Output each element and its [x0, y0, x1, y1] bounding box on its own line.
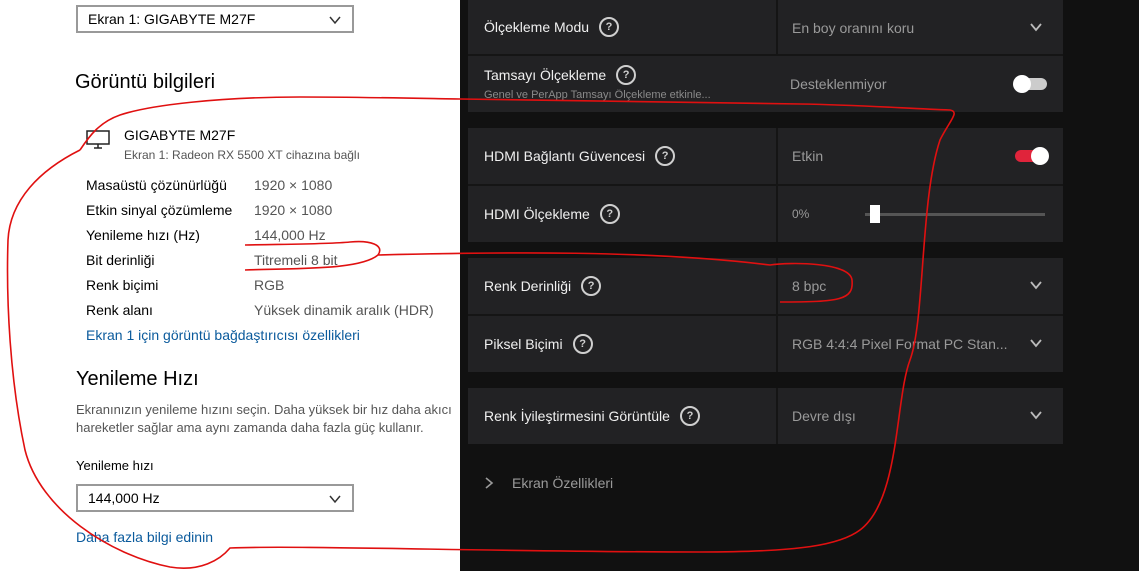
scaling-mode-value: En boy oranını koru	[792, 20, 915, 36]
hdmi-card: HDMI Bağlantı Güvencesi ? Etkin HDMI Ölç…	[468, 128, 1063, 242]
more-info-link[interactable]: Daha fazla bilgi edinin	[76, 529, 213, 545]
color-enhance-value: Devre dışı	[792, 408, 856, 424]
chevron-down-icon	[1030, 23, 1042, 32]
info-value: 144,000 Hz	[254, 227, 326, 243]
info-value: 1920 × 1080	[254, 177, 333, 193]
info-value: Yüksek dinamik aralık (HDR)	[254, 302, 434, 318]
refresh-description-line1: Ekranınızın yenileme hızını seçin. Daha …	[76, 402, 452, 417]
pixel-format-row: Piksel Biçimi ? RGB 4:4:4 Pixel Format P…	[468, 316, 1063, 372]
hdmi-link-value-cell: Etkin	[776, 128, 1063, 184]
color-card: Renk Derinliği ? 8 bpc Piksel Biçimi ? R…	[468, 258, 1063, 372]
info-row-refresh-rate: Yenileme hızı (Hz) 144,000 Hz	[86, 227, 446, 247]
help-icon[interactable]: ?	[655, 146, 676, 166]
scaling-mode-dropdown[interactable]: En boy oranını koru	[776, 0, 1063, 56]
info-value: RGB	[254, 277, 285, 293]
refresh-rate-select[interactable]: 144,000 Hz	[76, 484, 354, 512]
chevron-down-icon	[329, 495, 341, 504]
toggle-knob	[1031, 147, 1049, 165]
help-icon[interactable]: ?	[599, 17, 620, 37]
info-row-desktop-resolution: Masaüstü çözünürlüğü 1920 × 1080	[86, 177, 446, 197]
display-properties-label: Ekran Özellikleri	[512, 475, 614, 491]
refresh-rate-select-value: 144,000 Hz	[88, 490, 160, 506]
display-select-value: Ekran 1: GIGABYTE M27F	[88, 11, 256, 27]
refresh-description-line2: hareketler sağlar ama aynı zamanda daha …	[76, 420, 424, 435]
integer-scaling-toggle[interactable]	[1013, 75, 1047, 93]
hdmi-scaling-value: 0%	[792, 207, 810, 221]
color-enhance-dropdown[interactable]: Devre dışı	[776, 388, 1063, 444]
help-icon[interactable]: ?	[581, 276, 602, 296]
color-enhance-label-wrap: Renk İyileştirmesini Görüntüle ?	[484, 406, 700, 426]
info-row-active-signal: Etkin sinyal çözümleme 1920 × 1080	[86, 202, 446, 222]
chevron-right-icon	[485, 477, 494, 489]
hdmi-link-label: HDMI Bağlantı Güvencesi	[484, 148, 646, 164]
info-label: Etkin sinyal çözümleme	[86, 202, 233, 218]
scaling-mode-label: Ölçekleme Modu	[484, 19, 590, 35]
info-label: Bit derinliği	[86, 252, 155, 268]
chevron-down-icon	[1030, 281, 1042, 290]
display-properties-expander[interactable]: Ekran Özellikleri	[482, 475, 613, 491]
monitor-icon	[86, 130, 110, 149]
info-label: Yenileme hızı (Hz)	[86, 227, 200, 243]
info-label: Renk alanı	[86, 302, 153, 318]
pixel-format-label: Piksel Biçimi	[484, 336, 563, 352]
display-select[interactable]: Ekran 1: GIGABYTE M27F	[76, 5, 354, 33]
integer-scaling-subtitle: Genel ve PerApp Tamsayı Ölçekleme etkinl…	[484, 89, 711, 101]
toggle-knob	[1013, 75, 1031, 93]
pixel-format-value: RGB 4:4:4 Pixel Format PC Stan...	[792, 336, 1008, 352]
pixel-format-dropdown[interactable]: RGB 4:4:4 Pixel Format PC Stan...	[776, 316, 1063, 372]
color-enhance-row: Renk İyileştirmesini Görüntüle ? Devre d…	[468, 388, 1063, 444]
color-depth-dropdown[interactable]: 8 bpc	[776, 258, 1063, 314]
hdmi-scaling-slider-track[interactable]	[865, 213, 1045, 216]
hdmi-link-label-wrap: HDMI Bağlantı Güvencesi ?	[484, 146, 676, 166]
windows-display-settings: Ekran 1: GIGABYTE M27F Görüntü bilgileri…	[0, 0, 460, 571]
hdmi-scaling-label-wrap: HDMI Ölçekleme ?	[484, 204, 620, 224]
info-label: Masaüstü çözünürlüğü	[86, 177, 227, 193]
info-row-bit-depth: Bit derinliği Titremeli 8 bit	[86, 252, 446, 272]
color-depth-row: Renk Derinliği ? 8 bpc	[468, 258, 1063, 314]
integer-scaling-label: Tamsayı Ölçekleme	[484, 67, 607, 83]
chevron-down-icon	[1030, 411, 1042, 420]
hdmi-link-toggle[interactable]	[1015, 147, 1049, 165]
integer-scaling-value: Desteklenmiyor	[790, 76, 887, 92]
refresh-rate-heading: Yenileme Hızı	[76, 368, 199, 390]
refresh-rate-label: Yenileme hızı	[76, 458, 154, 473]
info-row-color-format: Renk biçimi RGB	[86, 277, 446, 297]
hdmi-scaling-slider-handle[interactable]	[870, 205, 880, 223]
help-icon[interactable]: ?	[599, 204, 620, 224]
help-icon[interactable]: ?	[616, 65, 637, 85]
info-value: Titremeli 8 bit	[254, 252, 338, 268]
info-label: Renk biçimi	[86, 277, 159, 293]
help-icon[interactable]: ?	[679, 406, 700, 426]
scaling-mode-row: Ölçekleme Modu ? En boy oranını koru	[468, 0, 1063, 56]
hdmi-link-value: Etkin	[792, 148, 824, 164]
info-value: 1920 × 1080	[254, 202, 333, 218]
amd-display-settings: Ölçekleme Modu ? En boy oranını koru Tam…	[460, 0, 1139, 571]
info-row-color-space: Renk alanı Yüksek dinamik aralık (HDR)	[86, 302, 446, 322]
chevron-down-icon	[1030, 339, 1042, 348]
help-icon[interactable]: ?	[572, 334, 593, 354]
color-depth-label: Renk Derinliği	[484, 278, 572, 294]
color-enhance-label: Renk İyileştirmesini Görüntüle	[484, 408, 670, 424]
monitor-name: GIGABYTE M27F	[124, 127, 236, 143]
integer-scaling-label-wrap: Tamsayı Ölçekleme ?	[484, 65, 637, 85]
pixel-format-label-wrap: Piksel Biçimi ?	[484, 334, 593, 354]
chevron-down-icon	[329, 16, 341, 25]
adapter-properties-link[interactable]: Ekran 1 için görüntü bağdaştırıcısı özel…	[86, 327, 360, 343]
color-enhance-card: Renk İyileştirmesini Görüntüle ? Devre d…	[468, 388, 1063, 444]
scaling-mode-label-wrap: Ölçekleme Modu ?	[484, 17, 620, 37]
integer-scaling-row: Tamsayı Ölçekleme ? Desteklenmiyor	[468, 56, 1063, 112]
display-info-heading: Görüntü bilgileri	[75, 71, 216, 93]
color-depth-value: 8 bpc	[792, 278, 827, 294]
hdmi-scaling-label: HDMI Ölçekleme	[484, 206, 590, 222]
color-depth-label-wrap: Renk Derinliği ?	[484, 276, 602, 296]
monitor-subtitle: Ekran 1: Radeon RX 5500 XT cihazına bağl…	[124, 148, 360, 162]
scaling-card: Ölçekleme Modu ? En boy oranını koru Tam…	[468, 0, 1063, 112]
hdmi-link-row: HDMI Bağlantı Güvencesi ? Etkin	[468, 128, 1063, 184]
integer-scaling-value-cell: Desteklenmiyor	[776, 56, 1063, 112]
